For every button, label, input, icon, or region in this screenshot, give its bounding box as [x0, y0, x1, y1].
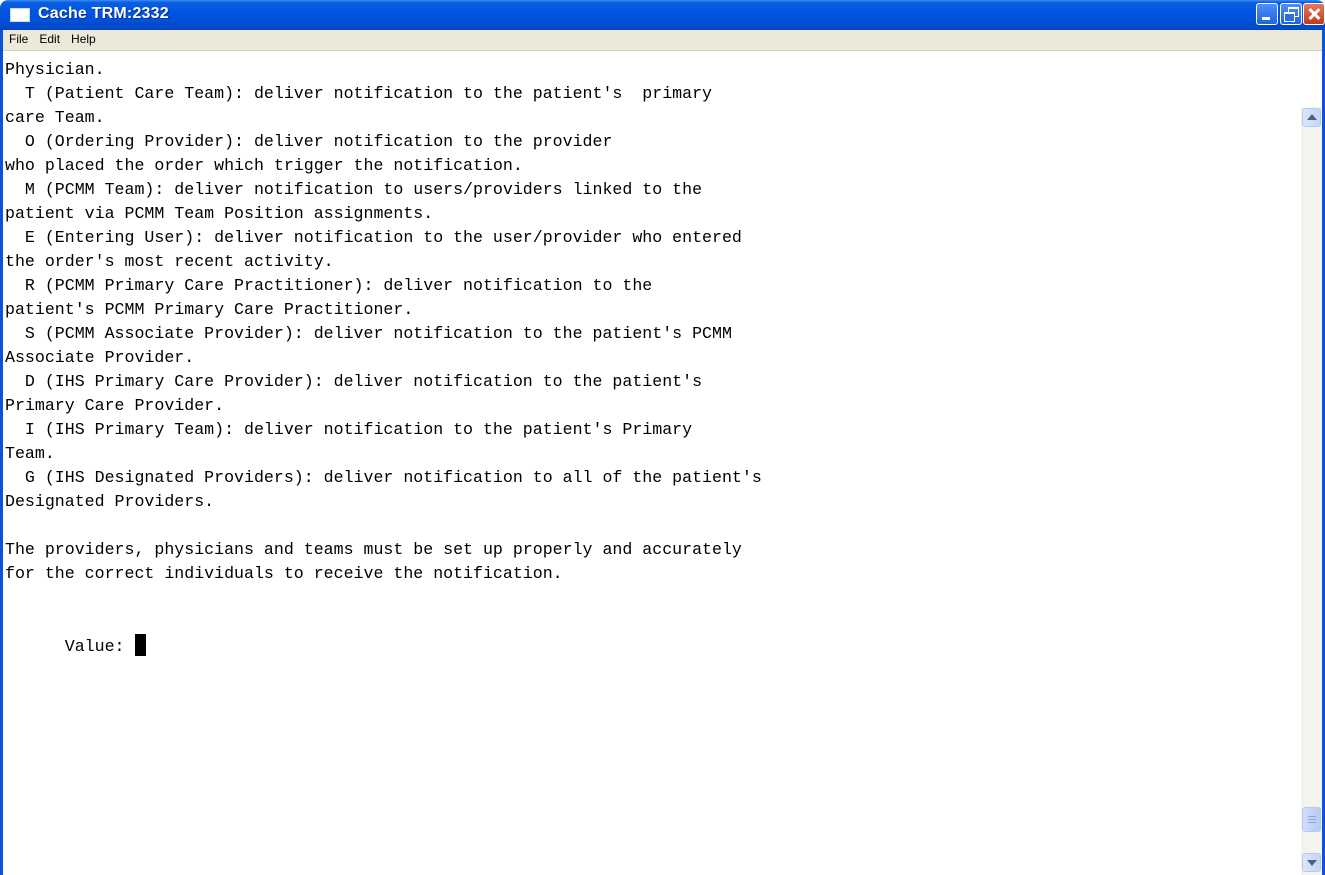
menu-help[interactable]: Help [65, 30, 101, 46]
scroll-up-button[interactable] [1302, 108, 1321, 127]
terminal-line: Designated Providers. [5, 492, 215, 511]
terminal-line: E (Entering User): deliver notification … [5, 228, 742, 247]
terminal-line: O (Ordering Provider): deliver notificat… [5, 132, 613, 151]
title-bar[interactable]: Cache TRM:2332 [0, 0, 1325, 30]
window-title: Cache TRM:2332 [38, 5, 169, 22]
scroll-thumb[interactable] [1302, 807, 1321, 832]
terminal-line: care Team. [5, 108, 105, 127]
text-cursor [134, 634, 146, 656]
close-button[interactable] [1303, 3, 1325, 25]
chevron-up-icon [1307, 114, 1317, 120]
grip-line-icon [1308, 819, 1316, 820]
grip-line-icon [1308, 822, 1316, 823]
terminal-line: D (IHS Primary Care Provider): deliver n… [5, 372, 703, 391]
terminal-line: S (PCMM Associate Provider): deliver not… [5, 324, 732, 343]
terminal-window: Cache TRM:2332 File Edit Help Physician. T… [0, 0, 1325, 875]
menu-edit[interactable]: Edit [33, 30, 65, 46]
terminal-line: Physician. [5, 60, 105, 79]
grip-line-icon [1308, 816, 1316, 817]
terminal-line: the order's most recent activity. [5, 252, 334, 271]
value-prompt-line[interactable]: Value: [5, 610, 146, 683]
restore-button[interactable] [1280, 3, 1302, 25]
terminal-screen[interactable]: Physician. T (Patient Care Team): delive… [3, 51, 1301, 875]
terminal-line: M (PCMM Team): deliver notification to u… [5, 180, 703, 199]
terminal-line: who placed the order which trigger the n… [5, 156, 523, 175]
terminal-line: I (IHS Primary Team): deliver notificati… [5, 420, 693, 439]
value-prompt-label: Value: [64, 637, 125, 656]
terminal-line: The providers, physicians and teams must… [5, 540, 742, 559]
terminal-line: R (PCMM Primary Care Practitioner): deli… [5, 276, 653, 295]
terminal-line: Associate Provider. [5, 348, 195, 367]
terminal-line: Primary Care Provider. [5, 396, 225, 415]
terminal-line: Team. [5, 444, 55, 463]
terminal-line: G (IHS Designated Providers): deliver no… [5, 468, 762, 487]
terminal-line: patient's PCMM Primary Care Practitioner… [5, 300, 414, 319]
terminal-line: for the correct individuals to receive t… [5, 564, 563, 583]
terminal-app-icon [10, 8, 30, 22]
vertical-scrollbar[interactable] [1301, 107, 1322, 875]
scroll-down-button[interactable] [1302, 853, 1321, 872]
menu-file[interactable]: File [3, 30, 33, 46]
menu-bar: File Edit Help [3, 30, 1322, 51]
chevron-down-icon [1307, 860, 1317, 866]
terminal-line: T (Patient Care Team): deliver notificat… [5, 84, 713, 103]
terminal-line: patient via PCMM Team Position assignmen… [5, 204, 434, 223]
minimize-button[interactable] [1256, 3, 1278, 25]
